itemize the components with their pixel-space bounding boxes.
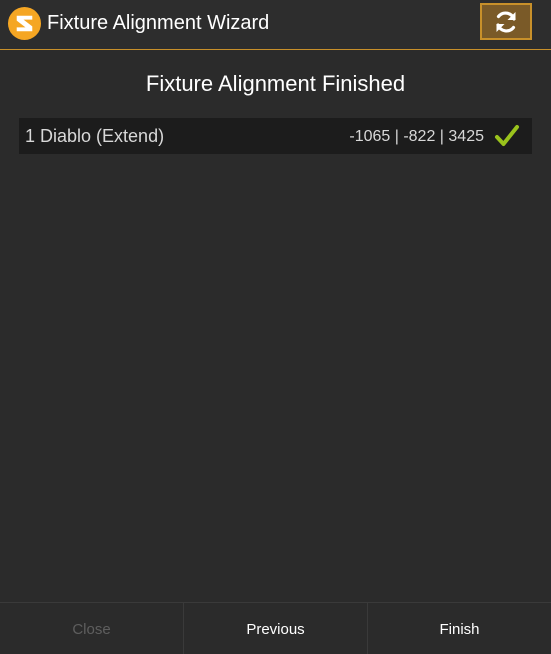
app-logo-icon xyxy=(7,6,42,41)
refresh-button[interactable] xyxy=(480,3,532,40)
wizard-window: Fixture Alignment Wizard Fixture Alignme… xyxy=(0,0,551,654)
fixture-list: 1 Diablo (Extend) -1065 | -822 | 3425 xyxy=(19,118,532,154)
title-bar: Fixture Alignment Wizard xyxy=(0,0,551,50)
window-title: Fixture Alignment Wizard xyxy=(47,12,270,34)
previous-button[interactable]: Previous xyxy=(184,603,368,654)
close-button[interactable]: Close xyxy=(0,603,184,654)
button-bar: Close Previous Finish xyxy=(0,602,551,654)
fixture-row[interactable]: 1 Diablo (Extend) -1065 | -822 | 3425 xyxy=(19,118,532,154)
fixture-name: 1 Diablo (Extend) xyxy=(25,126,165,146)
refresh-icon xyxy=(496,11,516,32)
finish-button[interactable]: Finish xyxy=(368,603,551,654)
fixture-coordinates: -1065 | -822 | 3425 xyxy=(349,128,484,145)
page-heading: Fixture Alignment Finished xyxy=(145,71,406,96)
check-icon xyxy=(495,125,519,146)
